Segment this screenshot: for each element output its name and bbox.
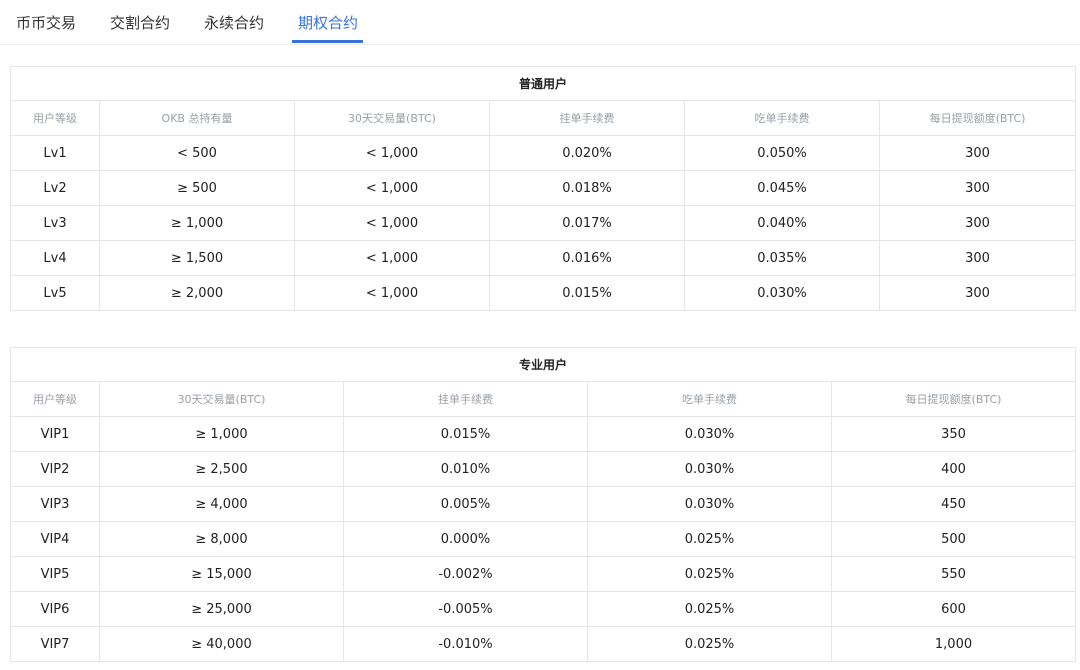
table-row: VIP4 ≥ 8,000 0.000% 0.025% 500 — [10, 521, 1077, 557]
column-header: 挂单手续费 — [489, 100, 685, 136]
table-cell: 0.025% — [587, 521, 832, 557]
table-cell: 300 — [878, 205, 1077, 241]
table-cell: Lv4 — [10, 240, 100, 276]
table-cell: -0.002% — [343, 556, 588, 592]
table-row: VIP2 ≥ 2,500 0.010% 0.030% 400 — [10, 451, 1077, 487]
column-header: 吃单手续费 — [587, 381, 832, 417]
tab-options[interactable]: 期权合约 — [298, 12, 358, 33]
table-cell: < 1,000 — [294, 135, 490, 171]
table-row: VIP7 ≥ 40,000 -0.010% 0.025% 1,000 — [10, 626, 1077, 662]
table-cell: 600 — [830, 591, 1077, 627]
table-cell: 0.017% — [489, 205, 685, 241]
table-row: Lv2 ≥ 500 < 1,000 0.018% 0.045% 300 — [10, 170, 1077, 206]
table-cell: Lv5 — [10, 275, 100, 311]
table-cell: 0.030% — [587, 416, 832, 452]
table-cell: ≥ 1,000 — [99, 416, 344, 452]
table-cell: < 1,000 — [294, 275, 490, 311]
tab-spot[interactable]: 币币交易 — [16, 12, 76, 33]
table-cell: 500 — [830, 521, 1077, 557]
table-cell: ≥ 2,500 — [99, 451, 344, 487]
table-cell: 0.050% — [684, 135, 880, 171]
table-cell: 0.018% — [489, 170, 685, 206]
table-cell: 0.035% — [684, 240, 880, 276]
table-cell: < 1,000 — [294, 170, 490, 206]
table-cell: 350 — [830, 416, 1077, 452]
table-cell: VIP2 — [10, 451, 100, 487]
column-header: OKB 总持有量 — [99, 100, 295, 136]
table-cell: 0.015% — [489, 275, 685, 311]
table-cell: 550 — [830, 556, 1077, 592]
column-header: 30天交易量(BTC) — [99, 381, 344, 417]
table-cell: 0.040% — [684, 205, 880, 241]
table-row: VIP6 ≥ 25,000 -0.005% 0.025% 600 — [10, 591, 1077, 627]
table-cell: 0.030% — [587, 451, 832, 487]
column-header: 用户等级 — [10, 100, 100, 136]
pro-table-title: 专业用户 — [9, 347, 1077, 382]
table-row: Lv1 < 500 < 1,000 0.020% 0.050% 300 — [10, 135, 1077, 171]
table-cell: 0.045% — [684, 170, 880, 206]
table-cell: VIP5 — [10, 556, 100, 592]
table-row: Lv5 ≥ 2,000 < 1,000 0.015% 0.030% 300 — [10, 275, 1077, 311]
regular-user-fee-table: 普通用户 用户等级 OKB 总持有量 30天交易量(BTC) 挂单手续费 吃单手… — [9, 66, 1077, 311]
table-row: Lv3 ≥ 1,000 < 1,000 0.017% 0.040% 300 — [10, 205, 1077, 241]
table-cell: 0.020% — [489, 135, 685, 171]
pro-user-fee-table: 专业用户 用户等级 30天交易量(BTC) 挂单手续费 吃单手续费 每日提现额度… — [9, 347, 1077, 662]
column-header: 用户等级 — [10, 381, 100, 417]
fee-tabs: 币币交易 交割合约 永续合约 期权合约 — [0, 0, 1080, 45]
table-cell: ≥ 25,000 — [99, 591, 344, 627]
table-cell: 300 — [878, 170, 1077, 206]
table-cell: ≥ 8,000 — [99, 521, 344, 557]
table-cell: 300 — [878, 135, 1077, 171]
table-cell: 0.025% — [587, 626, 832, 662]
table-cell: VIP7 — [10, 626, 100, 662]
table-cell: 0.010% — [343, 451, 588, 487]
table-cell: < 500 — [99, 135, 295, 171]
table-cell: 300 — [878, 240, 1077, 276]
table-row: Lv4 ≥ 1,500 < 1,000 0.016% 0.035% 300 — [10, 240, 1077, 276]
table-cell: 0.025% — [587, 556, 832, 592]
table-cell: VIP3 — [10, 486, 100, 522]
column-header: 吃单手续费 — [684, 100, 880, 136]
active-tab-indicator — [292, 40, 363, 43]
table-cell: -0.010% — [343, 626, 588, 662]
table-cell: Lv2 — [10, 170, 100, 206]
table-cell: ≥ 4,000 — [99, 486, 344, 522]
column-header: 每日提现额度(BTC) — [830, 381, 1077, 417]
tab-perpetual[interactable]: 永续合约 — [204, 12, 264, 33]
table-cell: ≥ 1,500 — [99, 240, 295, 276]
table-cell: 450 — [830, 486, 1077, 522]
table-cell: ≥ 40,000 — [99, 626, 344, 662]
table-cell: 0.016% — [489, 240, 685, 276]
table-cell: 1,000 — [830, 626, 1077, 662]
tab-futures[interactable]: 交割合约 — [110, 12, 170, 33]
table-cell: 0.030% — [587, 486, 832, 522]
table-cell: ≥ 2,000 — [99, 275, 295, 311]
table-row: VIP5 ≥ 15,000 -0.002% 0.025% 550 — [10, 556, 1077, 592]
table-cell: ≥ 15,000 — [99, 556, 344, 592]
table-cell: < 1,000 — [294, 240, 490, 276]
table-cell: 0.015% — [343, 416, 588, 452]
table-cell: ≥ 500 — [99, 170, 295, 206]
table-cell: VIP6 — [10, 591, 100, 627]
table-cell: 400 — [830, 451, 1077, 487]
table-cell: Lv3 — [10, 205, 100, 241]
table-cell: Lv1 — [10, 135, 100, 171]
table-cell: 0.000% — [343, 521, 588, 557]
table-cell: 0.005% — [343, 486, 588, 522]
column-header: 挂单手续费 — [343, 381, 588, 417]
table-row: VIP1 ≥ 1,000 0.015% 0.030% 350 — [10, 416, 1077, 452]
table-cell: 300 — [878, 275, 1077, 311]
table-cell: VIP4 — [10, 521, 100, 557]
table-cell: 0.030% — [684, 275, 880, 311]
table-cell: VIP1 — [10, 416, 100, 452]
table-cell: < 1,000 — [294, 205, 490, 241]
column-header: 每日提现额度(BTC) — [878, 100, 1077, 136]
regular-table-title: 普通用户 — [9, 66, 1077, 101]
column-header: 30天交易量(BTC) — [294, 100, 490, 136]
table-cell: 0.025% — [587, 591, 832, 627]
table-row: VIP3 ≥ 4,000 0.005% 0.030% 450 — [10, 486, 1077, 522]
table-cell: -0.005% — [343, 591, 588, 627]
table-cell: ≥ 1,000 — [99, 205, 295, 241]
